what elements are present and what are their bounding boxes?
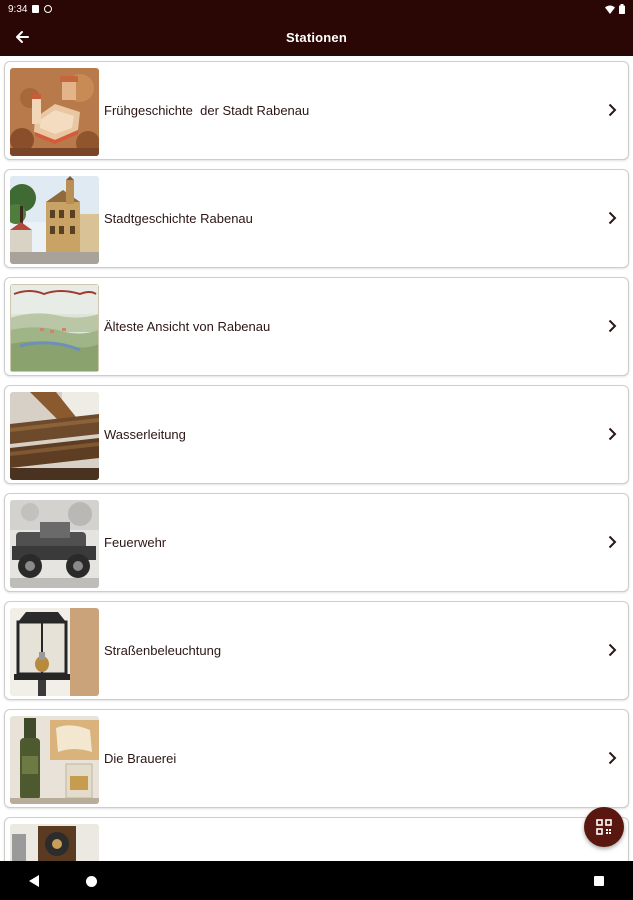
chevron-right-icon bbox=[604, 316, 620, 336]
station-thumbnail bbox=[10, 68, 99, 156]
station-label: Stadtgeschichte Rabenau bbox=[104, 211, 253, 226]
page-title: Stationen bbox=[285, 29, 348, 45]
wifi-icon bbox=[605, 5, 615, 14]
sync-icon bbox=[44, 5, 53, 13]
station-card[interactable]: Die Brauerei bbox=[4, 709, 629, 808]
station-card[interactable]: Straßenbeleuchtung bbox=[4, 601, 629, 700]
nav-back-button[interactable] bbox=[24, 871, 44, 891]
chevron-right-icon bbox=[604, 640, 620, 660]
status-bar: 9:34 bbox=[0, 0, 633, 18]
station-card[interactable] bbox=[4, 817, 629, 861]
station-thumbnail bbox=[10, 500, 99, 588]
app-bar: Stationen bbox=[0, 18, 633, 56]
station-label: Älteste Ansicht von Rabenau bbox=[104, 319, 271, 334]
navigation-bar bbox=[0, 861, 633, 900]
station-thumbnail bbox=[10, 716, 99, 804]
station-label: Feuerwehr bbox=[104, 535, 167, 550]
station-card[interactable]: Wasserleitung bbox=[4, 385, 629, 484]
back-button[interactable] bbox=[12, 27, 32, 47]
station-card[interactable]: Feuerwehr bbox=[4, 493, 629, 592]
station-thumbnail bbox=[10, 284, 99, 372]
chevron-right-icon bbox=[604, 748, 620, 768]
chevron-right-icon bbox=[604, 100, 620, 120]
station-thumbnail bbox=[10, 608, 99, 696]
nav-recents-button[interactable] bbox=[589, 871, 609, 891]
chevron-right-icon bbox=[604, 424, 620, 444]
station-card[interactable]: Frühgeschichte der Stadt Rabenau bbox=[4, 61, 629, 160]
station-label: Wasserleitung bbox=[104, 427, 186, 442]
station-card[interactable]: Stadtgeschichte Rabenau bbox=[4, 169, 629, 268]
station-list[interactable]: Frühgeschichte der Stadt Rabenau Stadtge… bbox=[0, 56, 633, 861]
station-thumbnail bbox=[10, 824, 99, 861]
nav-home-button[interactable] bbox=[81, 871, 101, 891]
station-card[interactable]: Älteste Ansicht von Rabenau bbox=[4, 277, 629, 376]
station-label: Die Brauerei bbox=[104, 751, 177, 766]
arrow-left-icon bbox=[16, 31, 29, 43]
status-time: 9:34 bbox=[8, 3, 28, 15]
station-thumbnail bbox=[10, 176, 99, 264]
chevron-right-icon bbox=[604, 208, 620, 228]
qr-scan-button[interactable] bbox=[584, 807, 624, 847]
square-recents-icon bbox=[594, 876, 604, 886]
battery-icon bbox=[619, 4, 625, 14]
station-label: Straßenbeleuchtung bbox=[104, 643, 222, 658]
qr-code-icon bbox=[596, 819, 612, 835]
station-label: Frühgeschichte der Stadt Rabenau bbox=[104, 103, 310, 118]
notification-icon bbox=[32, 5, 40, 13]
chevron-right-icon bbox=[604, 532, 620, 552]
station-thumbnail bbox=[10, 392, 99, 480]
triangle-back-icon bbox=[29, 875, 39, 887]
circle-home-icon bbox=[85, 875, 97, 887]
